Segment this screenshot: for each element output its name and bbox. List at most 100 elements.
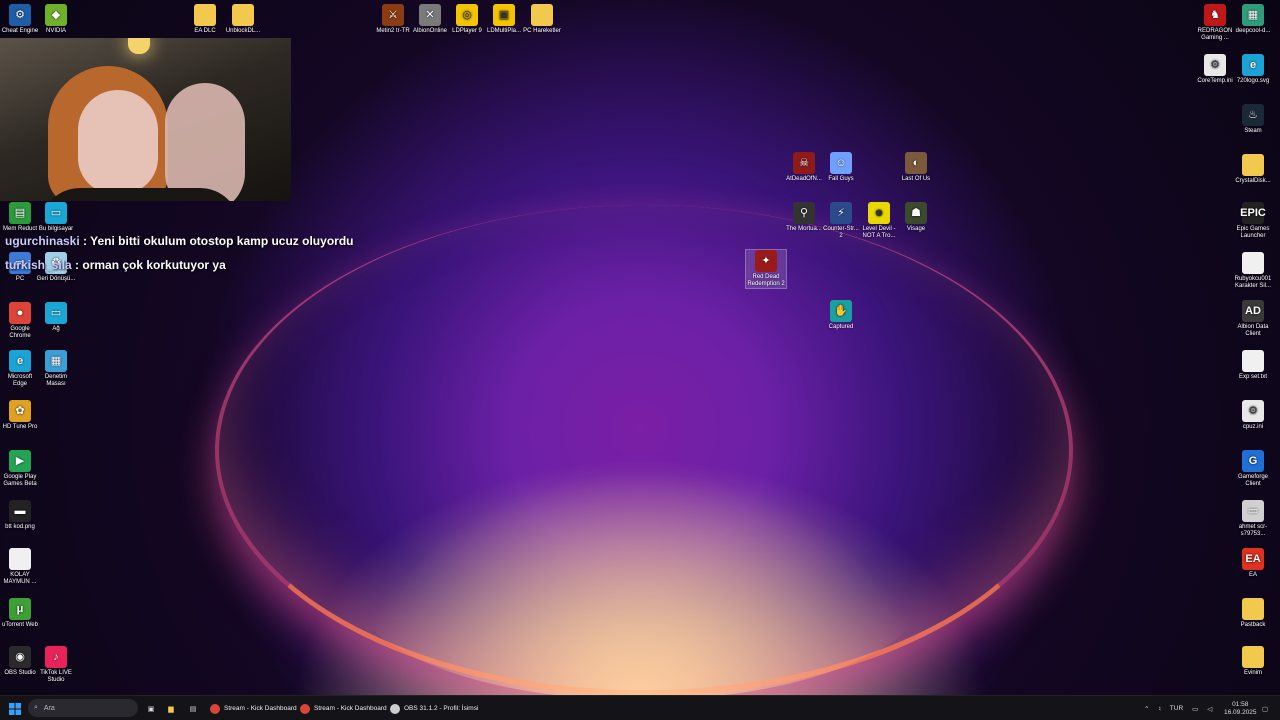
microphone-icon[interactable]: ♮ <box>1158 705 1160 713</box>
desktop-icon-label: EA DLC <box>194 28 216 34</box>
desktop-icon[interactable]: e Microsoft Edge <box>0 350 40 388</box>
desktop-icon[interactable]: G Gameforge Client <box>1233 450 1273 488</box>
desktop-icon-label: REDRAGON Gaming ... <box>1197 28 1233 41</box>
search-box[interactable]: ⌕ Ara <box>28 699 138 717</box>
desktop-icon-label: Gameforge Client <box>1237 474 1268 487</box>
desktop-icon[interactable]: ♞ REDRAGON Gaming ... <box>1195 4 1235 42</box>
desktop-icon[interactable]: ▦ Denetim Masası <box>36 350 76 388</box>
desktop-icon[interactable]: ▶ Google Play Games Beta <box>0 450 40 488</box>
desktop-icon[interactable]: ▭ Ağ <box>36 302 76 333</box>
taskbar-task[interactable]: OBS 31.1.2 - Profil: İsimsi <box>390 696 478 720</box>
clock[interactable]: 01:58 16.09.2025 <box>1224 696 1257 720</box>
network-icon[interactable]: ▭ <box>1192 705 1198 713</box>
play-games-icon: ▶ <box>9 450 31 472</box>
desktop-icon-label: Last Of Us <box>901 176 931 182</box>
desktop-icon[interactable]: ☻ Level Devil - NOT A Tro... <box>859 202 899 240</box>
this-pc-icon: ▭ <box>45 202 67 224</box>
desktop-icon-label: Fall Guys <box>828 176 854 182</box>
desktop-icon[interactable]: ⚲ The Mortua... <box>784 202 824 233</box>
desktop-icon-label: PC <box>15 276 25 282</box>
desktop-icon[interactable]: ◉ OBS Studio <box>0 646 40 677</box>
desktop-icon[interactable]: Evinim <box>1233 646 1273 677</box>
chat-username: ugurchinaski <box>5 234 80 248</box>
desktop-icon[interactable]: ✕ AlbionOnline <box>410 4 450 35</box>
desktop-icon[interactable]: ▣ LDMultiPla... <box>484 4 524 35</box>
desktop-icon[interactable]: ▬ btt kod.png <box>0 500 40 531</box>
streamer-face <box>78 90 158 194</box>
desktop-icon[interactable]: ☗ Visage <box>896 202 936 233</box>
desktop-icon-label: Epic Games Launcher <box>1236 226 1270 239</box>
desktop-icon[interactable]: ✋ Captured <box>821 300 861 331</box>
start-button[interactable] <box>6 696 24 720</box>
desktop-icon[interactable]: ▤ Mem Reduct <box>0 202 40 233</box>
desktop-icon-label: 720logo.svg <box>1236 78 1270 84</box>
taskbar-app-button[interactable]: ▤ <box>186 696 200 720</box>
taskbar-task[interactable]: Stream - Kick Dashboard <box>210 696 297 720</box>
desktop-icon[interactable]: Exp set.txt <box>1233 350 1273 381</box>
desktop-icon[interactable]: PC Hareketler <box>522 4 562 35</box>
desktop-icon[interactable]: ▦ deepcool-d... <box>1233 4 1273 35</box>
desktop-icon[interactable]: μ uTorrent Web <box>0 598 40 629</box>
desktop-icon[interactable]: ⚡ Counter-Str... 2 <box>821 202 861 240</box>
text-file-icon <box>1242 252 1264 274</box>
desktop-icon-label: Counter-Str... 2 <box>823 226 859 239</box>
system-tray: ⌃ ♮ TUR ▭ ◁ <box>1144 696 1212 720</box>
desktop-icon-label: OBS Studio <box>4 670 36 676</box>
folder-icon: ▆ <box>168 705 174 713</box>
hd-tune-icon: ✿ <box>9 400 31 422</box>
desktop-icon[interactable]: EA EA <box>1233 548 1273 579</box>
desktop-icon-label: Denetim Masası <box>44 374 68 387</box>
desktop-icon[interactable]: KOLAY MAYMUN ... <box>0 548 40 586</box>
desktop-icon-label: Albion Data Client <box>1237 324 1269 337</box>
volume-icon[interactable]: ◁ <box>1207 705 1212 713</box>
file-explorer-button[interactable]: ▆ <box>164 696 178 720</box>
visage-icon: ☗ <box>905 202 927 224</box>
chevron-up-icon[interactable]: ⌃ <box>1144 705 1149 713</box>
windows-icon <box>9 702 21 715</box>
desktop-icon-label: Pastback <box>1240 622 1266 628</box>
last-of-us-icon: ◐ <box>905 152 927 174</box>
desktop-icon[interactable]: UnblockDL... <box>223 4 263 35</box>
language-indicator[interactable]: TUR <box>1170 705 1183 712</box>
desktop-icon[interactable]: ▭ ahmet scr-s79753... <box>1233 500 1273 538</box>
desktop-icon[interactable]: Pastback <box>1233 598 1273 629</box>
desktop-icon[interactable]: Rubyokcu001 Karakter Sil... <box>1233 252 1273 290</box>
desktop-icon[interactable]: ◆ NVIDIA <box>36 4 76 35</box>
desktop-icon[interactable]: ▭ Bu bilgisayar <box>36 202 76 233</box>
desktop-icon[interactable]: ☠ AtDeadOfN... <box>784 152 824 183</box>
desktop-icon[interactable]: EPIC Epic Games Launcher <box>1233 202 1273 240</box>
webcam-overlay <box>0 38 291 201</box>
desktop-icon[interactable]: ⚔ Metin2 tr-TR <box>373 4 413 35</box>
task-view-button[interactable]: ▣ <box>144 696 158 720</box>
desktop-icon[interactable]: ♪ TikTok LIVE Studio <box>36 646 76 684</box>
desktop-icon[interactable]: ● Google Chrome <box>0 302 40 340</box>
config-file-icon: ⚙ <box>1204 54 1226 76</box>
streamer-arm <box>165 83 245 201</box>
notification-button[interactable]: ▢ <box>1262 696 1268 720</box>
chat-message: ugurchinaski : Yeni bitti okulum otostop… <box>5 234 353 248</box>
desktop-icon[interactable]: ◎ LDPlayer 9 <box>447 4 487 35</box>
desktop-icon[interactable]: EA DLC <box>185 4 225 35</box>
desktop-icon[interactable]: ◐ Last Of Us <box>896 152 936 183</box>
desktop-icon[interactable]: ✿ HD Tune Pro <box>0 400 40 431</box>
desktop-icon-label: Captured <box>828 324 854 330</box>
desktop-icon[interactable]: ⚙ cpuz.ini <box>1233 400 1273 431</box>
desktop-icon[interactable]: CrystalDisk... <box>1233 154 1273 185</box>
edge-icon: e <box>1242 54 1264 76</box>
desktop-icon[interactable]: AD Albion Data Client <box>1233 300 1273 338</box>
desktop-icon[interactable]: ⚙ Cheat Engine <box>0 4 40 35</box>
desktop-icon-label: LDMultiPla... <box>486 28 521 34</box>
desktop-icon-label: uTorrent Web <box>2 622 38 628</box>
obs-icon <box>390 703 400 714</box>
desktop-icon[interactable]: ☺ Fall Guys <box>821 152 861 183</box>
albion-data-icon: AD <box>1242 300 1264 322</box>
desktop-icon[interactable]: ⚙ CoreTemp.ini <box>1195 54 1235 85</box>
desktop-icon[interactable]: ✦ Red Dead Redemption 2 <box>745 249 787 289</box>
desktop-icon[interactable]: e 720logo.svg <box>1233 54 1273 85</box>
image-file-icon: ▬ <box>9 500 31 522</box>
app-icon: ▤ <box>189 705 197 713</box>
desktop-icon-label: NVIDIA <box>45 28 66 34</box>
desktop-icon-label: AtDeadOfN... <box>786 176 822 182</box>
desktop-icon[interactable]: ♨ Steam <box>1233 104 1273 135</box>
taskbar-task[interactable]: Stream - Kick Dashboard <box>300 696 387 720</box>
